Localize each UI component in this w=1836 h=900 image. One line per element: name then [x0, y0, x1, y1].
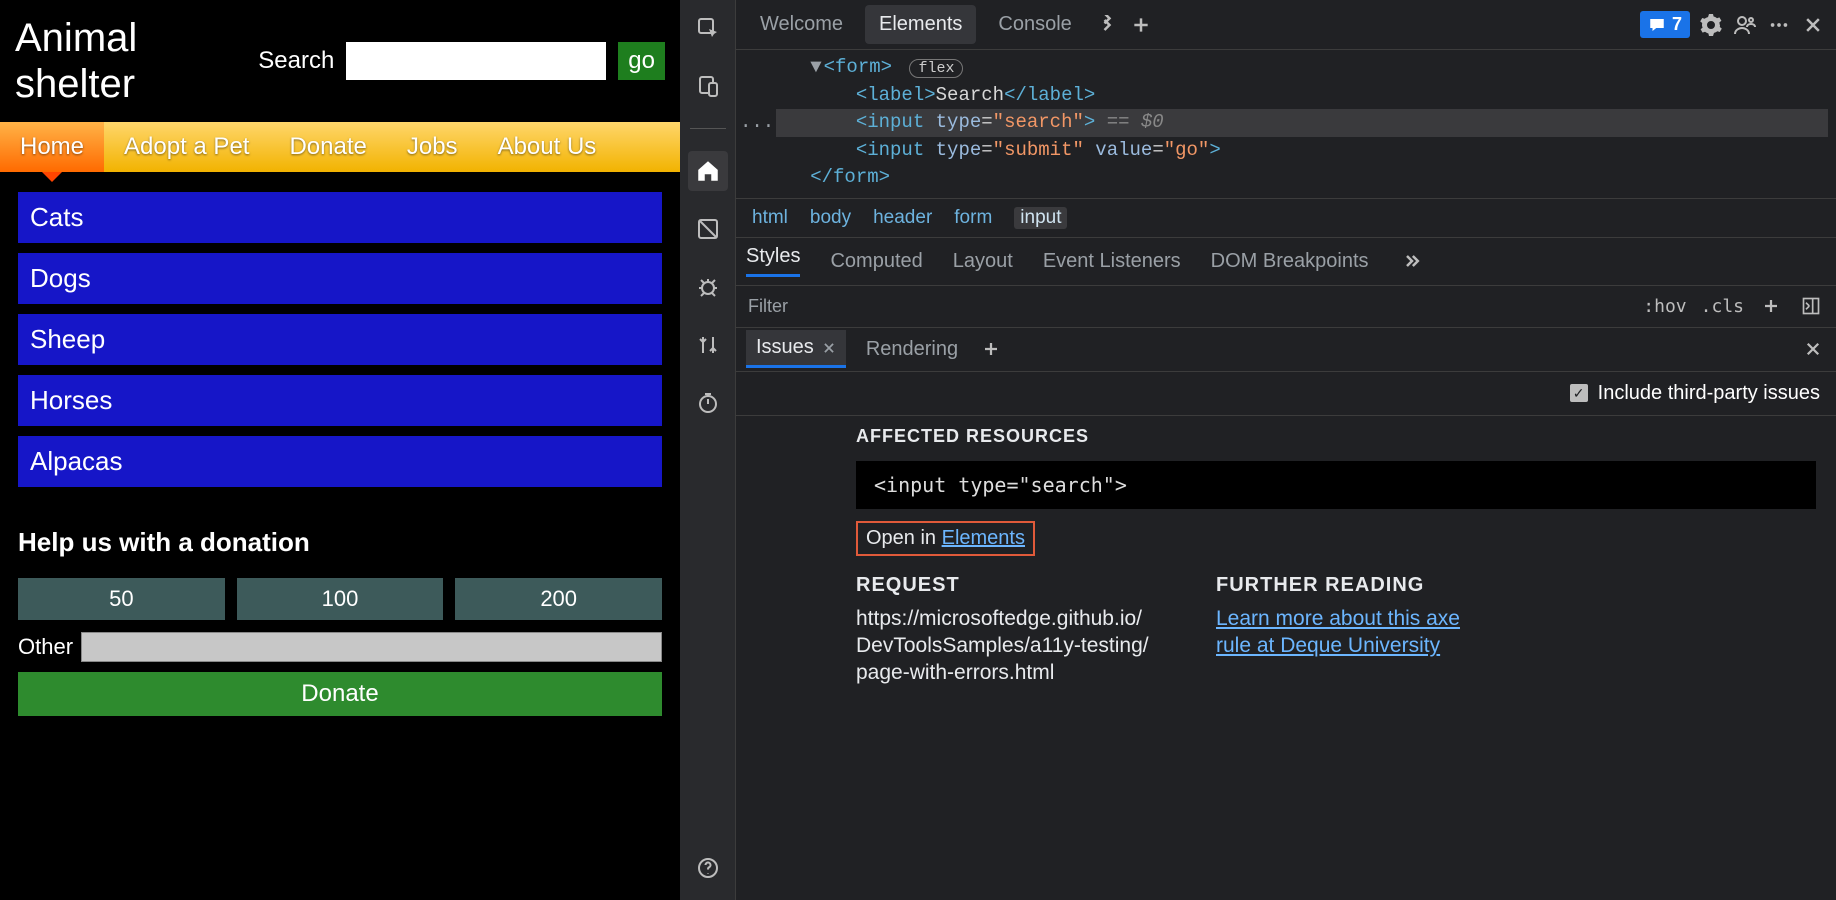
nav-home[interactable]: Home	[0, 122, 104, 172]
open-in-elements-link[interactable]: Elements	[942, 527, 1025, 549]
checkbox-checked-icon[interactable]: ✓	[1570, 384, 1588, 402]
dom-breadcrumb: html body header form input	[736, 198, 1836, 238]
styles-tab-styles[interactable]: Styles	[746, 245, 800, 277]
add-drawer-tab-icon[interactable]	[978, 336, 1004, 362]
close-icon[interactable]	[822, 341, 836, 355]
affected-resource-code: <input type="search">	[856, 461, 1816, 509]
breadcrumb-item[interactable]: header	[873, 207, 932, 229]
other-label: Other	[18, 634, 73, 660]
list-item[interactable]: Horses	[18, 375, 662, 426]
main-nav: Home Adopt a Pet Donate Jobs About Us	[0, 122, 680, 172]
new-style-rule-icon[interactable]	[1758, 293, 1784, 319]
tab-welcome[interactable]: Welcome	[746, 5, 857, 44]
inspect-icon[interactable]	[688, 8, 728, 48]
search-input[interactable]	[346, 42, 606, 80]
styles-tab-listeners[interactable]: Event Listeners	[1043, 250, 1181, 273]
request-url: https://microsoftedge.github.io/DevTools…	[856, 605, 1156, 687]
filter-input[interactable]: Filter	[748, 296, 1629, 317]
devtools: Welcome Elements Console 7	[680, 0, 1836, 900]
nav-about[interactable]: About Us	[478, 122, 617, 172]
further-reading-heading: FURTHER READING	[1216, 574, 1496, 597]
devtools-tab-bar: Welcome Elements Console 7	[736, 0, 1836, 50]
donate-button[interactable]: Donate	[18, 672, 662, 716]
close-devtools-icon[interactable]	[1800, 12, 1826, 38]
drawer-tab-issues[interactable]: Issues	[746, 330, 846, 368]
network-tool-icon[interactable]	[688, 325, 728, 365]
sources-tool-icon[interactable]	[688, 209, 728, 249]
more-styles-tabs-icon[interactable]	[1399, 248, 1425, 274]
help-icon[interactable]	[688, 848, 728, 888]
issue-details: AFFECTED RESOURCES <input type="search">…	[736, 416, 1836, 900]
computed-sidebar-icon[interactable]	[1798, 293, 1824, 319]
bug-icon[interactable]	[688, 267, 728, 307]
add-tab-icon[interactable]	[1128, 12, 1154, 38]
further-reading-link[interactable]: Learn more about this axe rule at Deque …	[1216, 605, 1496, 660]
donation-amount-button[interactable]: 50	[18, 578, 225, 620]
webpage-preview: Animal shelter Search go Home Adopt a Pe…	[0, 0, 680, 900]
list-item[interactable]: Cats	[18, 192, 662, 243]
more-tabs-icon[interactable]	[1094, 12, 1120, 38]
affected-resources-heading: AFFECTED RESOURCES	[856, 426, 1816, 447]
device-toggle-icon[interactable]	[688, 66, 728, 106]
tab-elements[interactable]: Elements	[865, 5, 976, 44]
open-in-elements: Open in Elements	[856, 521, 1035, 556]
list-item[interactable]: Dogs	[18, 253, 662, 304]
page-header: Animal shelter Search go	[0, 0, 680, 122]
further-reading-column: FURTHER READING Learn more about this ax…	[1216, 574, 1496, 687]
donation-section: Help us with a donation 50 100 200 Other…	[18, 527, 662, 716]
include-third-party-row: ✓ Include third-party issues	[736, 372, 1836, 416]
breadcrumb-item[interactable]: html	[752, 207, 788, 229]
search-submit-button[interactable]: go	[618, 42, 665, 80]
site-title: Animal shelter	[15, 15, 165, 107]
feedback-count: 7	[1672, 14, 1682, 35]
close-drawer-icon[interactable]	[1800, 336, 1826, 362]
donation-amount-button[interactable]: 100	[237, 578, 444, 620]
nav-donate[interactable]: Donate	[269, 122, 386, 172]
request-heading: REQUEST	[856, 574, 1156, 597]
donation-amounts: 50 100 200	[18, 578, 662, 620]
styles-tab-computed[interactable]: Computed	[830, 250, 922, 273]
styles-tab-layout[interactable]: Layout	[953, 250, 1013, 273]
dom-selected-node[interactable]: <input type="search"> == $0	[776, 109, 1828, 137]
cls-toggle[interactable]: .cls	[1701, 296, 1744, 317]
other-amount-input[interactable]	[81, 632, 662, 662]
settings-gear-icon[interactable]	[1698, 12, 1724, 38]
drawer-tabs: Issues Rendering	[736, 328, 1836, 372]
styles-tabs: Styles Computed Layout Event Listeners D…	[736, 238, 1836, 286]
devtools-main: Welcome Elements Console 7	[736, 0, 1836, 900]
dom-tree[interactable]: ▼<form> flex <label>Search</label> <inpu…	[736, 50, 1836, 198]
animal-list: Cats Dogs Sheep Horses Alpacas	[18, 192, 662, 487]
account-icon[interactable]	[1732, 12, 1758, 38]
hov-toggle[interactable]: :hov	[1643, 296, 1686, 317]
page-content: Cats Dogs Sheep Horses Alpacas Help us w…	[0, 172, 680, 736]
request-column: REQUEST https://microsoftedge.github.io/…	[856, 574, 1156, 687]
search-form: Search go	[258, 42, 665, 80]
tab-console[interactable]: Console	[984, 5, 1085, 44]
divider	[690, 128, 726, 129]
feedback-badge[interactable]: 7	[1640, 11, 1690, 38]
donation-amount-button[interactable]: 200	[455, 578, 662, 620]
list-item[interactable]: Alpacas	[18, 436, 662, 487]
breadcrumb-item[interactable]: form	[954, 207, 992, 229]
flex-badge[interactable]: flex	[909, 59, 963, 78]
elements-tool-icon[interactable]	[688, 151, 728, 191]
list-item[interactable]: Sheep	[18, 314, 662, 365]
include-third-party-label: Include third-party issues	[1598, 382, 1820, 405]
styles-tab-dom-bp[interactable]: DOM Breakpoints	[1211, 250, 1369, 273]
donation-heading: Help us with a donation	[18, 527, 662, 558]
nav-jobs[interactable]: Jobs	[387, 122, 478, 172]
devtools-activity-bar	[680, 0, 736, 900]
donation-other-row: Other	[18, 632, 662, 662]
styles-filter-row: Filter :hov .cls	[736, 286, 1836, 328]
nav-adopt[interactable]: Adopt a Pet	[104, 122, 269, 172]
breadcrumb-item[interactable]: body	[810, 207, 851, 229]
search-label: Search	[258, 47, 334, 75]
drawer-tab-rendering[interactable]: Rendering	[856, 332, 968, 367]
performance-tool-icon[interactable]	[688, 383, 728, 423]
breadcrumb-item[interactable]: input	[1014, 207, 1067, 229]
more-menu-icon[interactable]	[1766, 12, 1792, 38]
